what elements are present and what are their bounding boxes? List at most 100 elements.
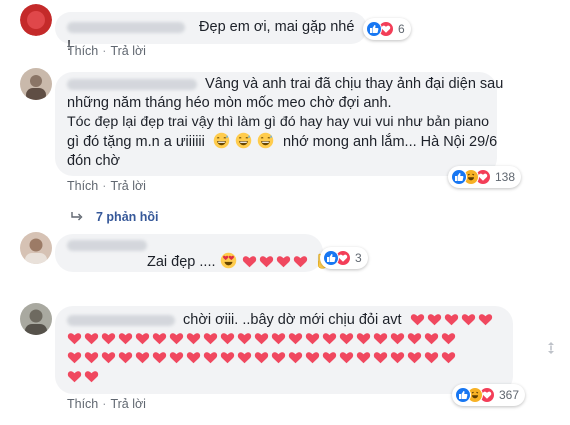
heart-icon <box>322 333 337 345</box>
heart-icon <box>373 352 388 364</box>
heart-icon <box>356 333 371 345</box>
reaction-count: 3 <box>355 251 362 265</box>
heart-icon <box>220 333 235 345</box>
heart-icon <box>424 352 439 364</box>
heart-icon <box>441 333 456 345</box>
view-replies-link[interactable]: 7 phản hồi <box>70 210 159 224</box>
comment-line: gì đó tặng m.n a ưiiiiii <box>67 134 205 150</box>
heart-icon <box>135 352 150 364</box>
heart-icon <box>259 256 273 268</box>
heart-icon <box>288 333 303 345</box>
heart-emoji-row <box>242 254 310 270</box>
heart-icon <box>407 333 422 345</box>
reply-link[interactable]: Trả lời <box>110 179 146 193</box>
commenter-name[interactable] <box>67 239 147 251</box>
heart-icon <box>237 352 252 364</box>
heart-icon <box>237 333 252 345</box>
comment-bubble: Vâng và anh trai đã chịu thay ảnh đại di… <box>55 72 503 176</box>
heart-icon <box>203 352 218 364</box>
heart-icon <box>293 256 307 268</box>
heart-icon <box>305 333 320 345</box>
heart-icon <box>271 333 286 345</box>
heart-icon <box>254 352 269 364</box>
heart-icon <box>101 352 116 364</box>
heart-icon <box>390 352 405 364</box>
replies-count: 7 phản hồi <box>96 210 159 224</box>
avatar[interactable] <box>20 303 52 335</box>
heart-icon <box>84 333 99 345</box>
heart-emoji-row <box>67 349 501 368</box>
comment-line: nhớ mong anh lắm... Hà Nội 29/6 <box>282 134 498 150</box>
like-link[interactable]: Thích <box>67 397 98 411</box>
heart-icon <box>169 352 184 364</box>
heart-icon <box>135 333 150 345</box>
avatar[interactable] <box>20 68 52 100</box>
reaction-count: 6 <box>398 22 405 36</box>
like-icon <box>455 387 471 403</box>
comment-actions: Thích · Trả lời <box>67 397 146 411</box>
commenter-name[interactable] <box>67 21 185 33</box>
reaction-summary[interactable]: 367 <box>452 384 526 406</box>
heart-icon <box>444 314 458 326</box>
comment-bubble: Zai đẹp .... <box>55 234 327 272</box>
heart-icon <box>242 256 256 268</box>
avatar[interactable] <box>20 232 52 264</box>
like-icon <box>366 21 382 37</box>
heart-icon <box>478 314 492 326</box>
heart-icon <box>410 314 424 326</box>
comment-bubble: Đẹp em ơi, mai gặp nhé ! <box>55 12 367 54</box>
heart-icon <box>169 333 184 345</box>
heart-icon <box>305 352 320 364</box>
reply-link[interactable]: Trả lời <box>110 397 146 411</box>
heart-icon <box>152 333 167 345</box>
heart-icon <box>427 314 441 326</box>
heart-icon <box>276 256 290 268</box>
heart-icon <box>186 352 201 364</box>
comment-text: chời ơiii. ..bây dờ mới chịu đỏi avt <box>183 312 402 328</box>
reaction-summary[interactable]: 138 <box>448 166 522 188</box>
comment-line: đón chờ <box>67 153 121 169</box>
comment-actions: Thích · Trả lời <box>67 179 146 193</box>
heart-icon <box>339 333 354 345</box>
reaction-summary[interactable]: 3 <box>320 247 368 269</box>
comment-actions: Thích · Trả lời <box>67 44 146 58</box>
heart-emoji-row <box>67 330 501 349</box>
heart-emoji-row <box>67 368 501 387</box>
heart-icon <box>67 333 82 345</box>
heart-eyes-emoji <box>220 252 236 269</box>
reply-arrow-icon <box>71 212 83 221</box>
heart-icon <box>339 352 354 364</box>
reply-link[interactable]: Trả lời <box>110 44 146 58</box>
heart-icon <box>271 352 286 364</box>
commenter-name[interactable] <box>67 78 197 90</box>
like-link[interactable]: Thích <box>67 179 98 193</box>
heart-icon <box>407 352 422 364</box>
reaction-count: 367 <box>499 388 520 402</box>
heart-icon <box>203 333 218 345</box>
reaction-summary[interactable]: 6 <box>363 18 411 40</box>
grinning-sweat-emoji <box>213 132 279 150</box>
heart-icon <box>390 333 405 345</box>
reaction-count: 138 <box>495 170 516 184</box>
heart-icon <box>67 371 82 383</box>
heart-icon <box>84 371 99 383</box>
heart-icon <box>118 352 133 364</box>
heart-icon <box>186 333 201 345</box>
heart-icon <box>101 333 116 345</box>
heart-icon <box>441 352 456 364</box>
heart-icon <box>152 352 167 364</box>
comment-line: những năm tháng héo mòn mốc meo chờ đợi … <box>67 95 392 111</box>
avatar[interactable] <box>20 4 52 36</box>
heart-icon <box>322 352 337 364</box>
comment-line: Vâng và anh trai đã chịu thay ảnh đại di… <box>205 76 504 92</box>
comment-line: Tóc đẹp lại đẹp trai vậy thì làm gì đó h… <box>67 114 489 130</box>
commenter-name[interactable] <box>67 314 175 326</box>
heart-icon <box>67 352 82 364</box>
heart-icon <box>254 333 269 345</box>
like-link[interactable]: Thích <box>67 44 98 58</box>
scroll-icon[interactable] <box>546 341 556 360</box>
comment-bubble: chời ơiii. ..bây dờ mới chịu đỏi avt <box>55 306 513 394</box>
heart-icon <box>424 333 439 345</box>
heart-icon <box>220 352 235 364</box>
heart-icon <box>118 333 133 345</box>
